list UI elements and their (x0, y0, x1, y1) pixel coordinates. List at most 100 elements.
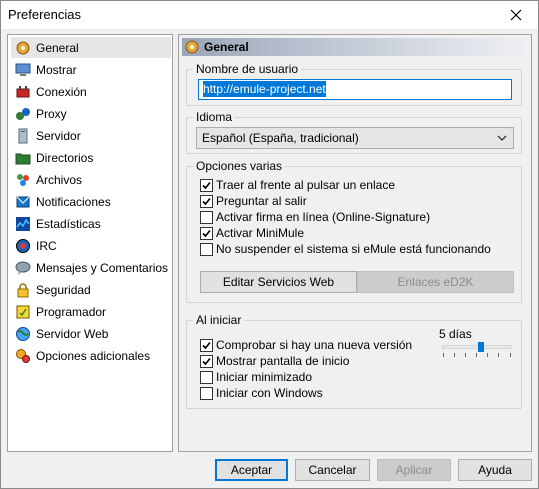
checkbox-box (200, 242, 213, 256)
update-days-slider[interactable] (442, 345, 512, 349)
sidebar-item-label: Mostrar (36, 62, 77, 77)
checkbox-label: Activar firma en línea (Online-Signature… (216, 210, 431, 224)
sidebar-item-programador[interactable]: Programador (11, 301, 171, 322)
checkbox-box (200, 226, 213, 240)
start-minimized-checkbox[interactable]: Iniciar minimizado (200, 370, 312, 384)
sidebar-item-label: Conexión (36, 84, 87, 99)
checkbox-box (200, 386, 213, 400)
category-list: General Mostrar Conexión Proxy Servidor … (7, 34, 173, 452)
sidebar-item-label: Archivos (36, 172, 83, 187)
notification-icon (16, 196, 30, 207)
apply-button[interactable]: Aplicar (377, 459, 451, 481)
sidebar-item-general[interactable]: General (11, 37, 171, 58)
panel-title: General (204, 40, 249, 54)
checkbox-label: Activar MiniMule (216, 226, 305, 240)
update-days-label: 5 días (439, 327, 472, 341)
files-icon (17, 173, 29, 186)
minimule-checkbox[interactable]: Activar MiniMule (200, 226, 304, 240)
sidebar-item-archivos[interactable]: Archivos (11, 169, 171, 190)
bring-to-front-checkbox[interactable]: Traer al frente al pulsar un enlace (200, 178, 395, 192)
slider-tick (465, 353, 466, 357)
slider-tick (487, 353, 488, 357)
folder-icon (15, 153, 31, 164)
username-value: http://emule-project.net (203, 81, 326, 97)
sidebar-item-conexion[interactable]: Conexión (11, 81, 171, 102)
server-icon (18, 128, 28, 143)
lock-icon (17, 282, 29, 297)
username-field[interactable]: http://emule-project.net (198, 79, 512, 100)
checkmark-icon (202, 229, 211, 237)
sidebar-item-opciones-adicionales[interactable]: Opciones adicionales (11, 345, 171, 366)
sidebar-item-label: IRC (36, 238, 57, 253)
splash-screen-checkbox[interactable]: Mostrar pantalla de inicio (200, 354, 349, 368)
checkmark-icon (202, 341, 211, 349)
slider-tick (476, 353, 477, 357)
misc-options-legend: Opciones varias (196, 159, 283, 173)
checkbox-box (200, 354, 213, 368)
checkbox-label: Iniciar minimizado (216, 370, 313, 384)
language-select[interactable]: Español (España, tradicional) (196, 127, 514, 149)
checkbox-box (200, 338, 213, 352)
checkbox-label: Iniciar con Windows (216, 386, 323, 400)
sidebar-item-seguridad[interactable]: Seguridad (11, 279, 171, 300)
sidebar-item-label: General (36, 40, 79, 55)
sidebar-item-servidor[interactable]: Servidor (11, 125, 171, 146)
sidebar-item-label: Servidor Web (36, 326, 109, 341)
checkbox-box (200, 178, 213, 192)
sidebar-item-label: Estadísticas (36, 216, 101, 231)
slider-tick (443, 353, 444, 357)
checkbox-label: Traer al frente al pulsar un enlace (216, 178, 395, 192)
start-with-windows-checkbox[interactable]: Iniciar con Windows (200, 386, 323, 400)
sidebar-item-proxy[interactable]: Proxy (11, 103, 171, 124)
startup-legend: Al iniciar (196, 313, 242, 327)
sidebar-item-estadisticas[interactable]: Estadísticas (11, 213, 171, 234)
checkmark-icon (202, 357, 211, 365)
sidebar-item-irc[interactable]: IRC (11, 235, 171, 256)
sidebar-item-label: Notificaciones (36, 194, 111, 209)
prevent-standby-checkbox[interactable]: No suspender el sistema si eMule está fu… (200, 242, 491, 256)
sidebar-item-servidor-web[interactable]: Servidor Web (11, 323, 171, 344)
scheduler-icon (16, 305, 30, 318)
preferences-window: Preferencias General Mostrar Conexión Pr… (0, 0, 539, 489)
checkbox-box (200, 194, 213, 208)
globe-icon (16, 326, 30, 341)
tweaks-icon (16, 348, 30, 363)
sidebar-item-mostrar[interactable]: Mostrar (11, 59, 171, 80)
settings-panel: General Nombre de usuario http://emule-p… (178, 34, 532, 452)
sidebar-item-label: Servidor (36, 128, 81, 143)
panel-header: General (182, 38, 528, 56)
irc-icon (16, 238, 30, 253)
chevron-down-icon (497, 135, 507, 141)
username-legend: Nombre de usuario (196, 62, 299, 76)
check-updates-checkbox[interactable]: Comprobar si hay una nueva versión (200, 338, 412, 352)
window-title: Preferencias (8, 7, 81, 22)
checkbox-box (200, 210, 213, 224)
sidebar-item-label: Mensajes y Comentarios (36, 260, 169, 275)
connection-icon (16, 85, 30, 97)
edit-web-services-button[interactable]: Editar Servicios Web (200, 271, 357, 293)
gear-icon (185, 40, 199, 54)
sidebar-item-directorios[interactable]: Directorios (11, 147, 171, 168)
sidebar-item-mensajes[interactable]: Mensajes y Comentarios (11, 257, 171, 278)
sidebar-item-label: Programador (36, 304, 107, 319)
messages-icon (15, 261, 31, 275)
accept-button[interactable]: Aceptar (215, 459, 288, 481)
language-selected: Español (España, tradicional) (202, 131, 359, 145)
ask-on-exit-checkbox[interactable]: Preguntar al salir (200, 194, 307, 208)
ed2k-links-button[interactable]: Enlaces eD2K (357, 271, 514, 293)
update-days-slider-thumb[interactable] (478, 342, 485, 352)
online-signature-checkbox[interactable]: Activar firma en línea (Online-Signature… (200, 210, 430, 224)
checkbox-label: Preguntar al salir (216, 194, 307, 208)
language-legend: Idioma (196, 110, 233, 124)
title-bar: Preferencias (1, 1, 538, 29)
monitor-icon (15, 63, 31, 76)
checkmark-icon (202, 197, 211, 205)
statistics-icon (16, 216, 30, 231)
sidebar-item-notificaciones[interactable]: Notificaciones (11, 191, 171, 212)
close-button[interactable] (494, 1, 538, 29)
cancel-button[interactable]: Cancelar (295, 459, 370, 481)
help-button[interactable]: Ayuda (458, 459, 532, 481)
checkbox-label: No suspender el sistema si eMule está fu… (216, 242, 491, 256)
sidebar-item-label: Proxy (36, 106, 67, 121)
checkbox-label: Mostrar pantalla de inicio (216, 354, 350, 368)
